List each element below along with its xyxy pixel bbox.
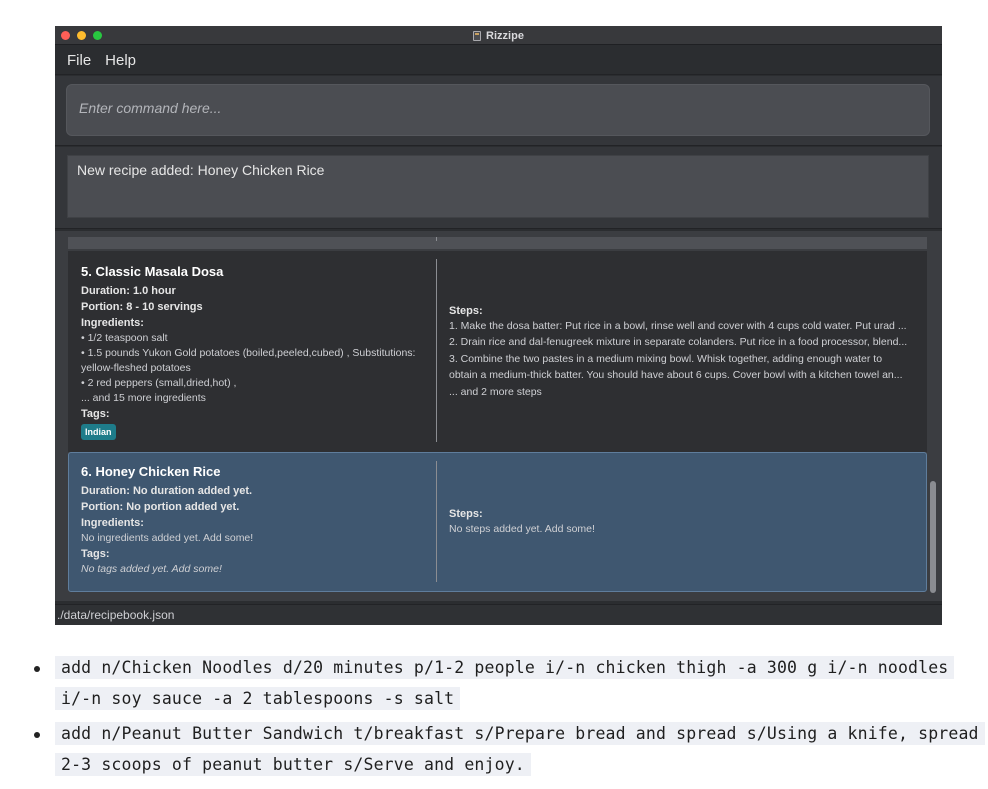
- menu-help[interactable]: Help: [105, 52, 136, 69]
- card-divider: [436, 461, 437, 582]
- step-item: 3. Combine the two pastes in a medium mi…: [449, 353, 883, 365]
- recipe-duration: Duration: 1.0 hour: [81, 285, 176, 297]
- recipe-steps: Steps: No steps added yet. Add some!: [449, 507, 923, 538]
- ingredient-item: • 2 red peppers (small,dried,hot) ,: [81, 377, 237, 389]
- recipe-name: 5. Classic Masala Dosa: [81, 264, 224, 279]
- tag-badge: Indian: [81, 424, 116, 440]
- steps-label: Steps:: [449, 305, 483, 317]
- recipe-details: 5. Classic Masala Dosa Duration: 1.0 hou…: [81, 264, 431, 440]
- previous-card-edge: [68, 237, 927, 249]
- menu-bar: File Help: [55, 46, 942, 75]
- steps-label: Steps:: [449, 508, 483, 520]
- tags-empty: No tags added yet. Add some!: [81, 563, 222, 575]
- example-commands: add n/Chicken Noodles d/20 minutes p/1-2…: [0, 652, 988, 780]
- steps-empty: No steps added yet. Add some!: [449, 523, 595, 535]
- ingredients-label: Ingredients:: [81, 517, 144, 529]
- ingredient-item-continued: yellow-fleshed potatoes: [81, 362, 191, 374]
- window-title-wrap: Rizzipe: [55, 26, 942, 45]
- result-display[interactable]: New recipe added: Honey Chicken Rice: [67, 155, 929, 218]
- example-command-code: add n/Chicken Noodles d/20 minutes p/1-2…: [55, 656, 955, 710]
- example-command-item: add n/Peanut Butter Sandwich t/breakfast…: [0, 718, 988, 780]
- menu-file[interactable]: File: [67, 52, 91, 69]
- title-bar: Rizzipe: [55, 26, 942, 45]
- list-scrollbar[interactable]: [930, 481, 936, 593]
- ingredient-item: • 1/2 teaspoon salt: [81, 332, 168, 344]
- ingredient-item: • 1.5 pounds Yukon Gold potatoes (boiled…: [81, 347, 416, 359]
- status-bar: ./data/recipebook.json: [55, 604, 942, 625]
- more-ingredients-note: ... and 15 more ingredients: [81, 392, 206, 404]
- recipe-duration: Duration: No duration added yet.: [81, 485, 253, 497]
- command-input[interactable]: [79, 98, 899, 118]
- card-divider: [436, 259, 437, 442]
- example-command-item: add n/Chicken Noodles d/20 minutes p/1-2…: [0, 652, 988, 714]
- recipe-portion: Portion: 8 - 10 servings: [81, 301, 203, 313]
- step-item-continued: obtain a medium-thick batter. You should…: [449, 368, 903, 381]
- ingredients-label: Ingredients:: [81, 317, 144, 329]
- window-title: Rizzipe: [486, 29, 524, 42]
- step-item: 1. Make the dosa batter: Put rice in a b…: [449, 320, 907, 332]
- tags-label: Tags:: [81, 548, 110, 560]
- more-steps-note: ... and 2 more steps: [449, 386, 542, 398]
- command-area: [55, 76, 942, 146]
- result-message: New recipe added: Honey Chicken Rice: [77, 162, 325, 178]
- example-command-code: add n/Peanut Butter Sandwich t/breakfast…: [55, 722, 985, 776]
- recipe-name: 6. Honey Chicken Rice: [81, 464, 221, 479]
- recipe-list[interactable]: 5. Classic Masala Dosa Duration: 1.0 hou…: [55, 231, 942, 601]
- recipe-portion: Portion: No portion added yet.: [81, 501, 240, 513]
- save-file-path: ./data/recipebook.json: [57, 608, 175, 622]
- recipe-card[interactable]: 5. Classic Masala Dosa Duration: 1.0 hou…: [68, 251, 927, 452]
- command-box: [66, 84, 930, 136]
- app-window: Rizzipe File Help New recipe added: Hone…: [55, 26, 942, 625]
- tags-label: Tags:: [81, 408, 110, 420]
- recipe-card-selected[interactable]: 6. Honey Chicken Rice Duration: No durat…: [68, 452, 927, 592]
- recipe-details: 6. Honey Chicken Rice Duration: No durat…: [81, 464, 431, 577]
- ingredients-empty: No ingredients added yet. Add some!: [81, 532, 254, 544]
- recipe-steps: Steps: 1. Make the dosa batter: Put rice…: [449, 304, 923, 401]
- result-area: New recipe added: Honey Chicken Rice: [55, 147, 942, 229]
- app-icon: [473, 30, 482, 41]
- step-item: 2. Drain rice and dal-fenugreek mixture …: [449, 335, 908, 348]
